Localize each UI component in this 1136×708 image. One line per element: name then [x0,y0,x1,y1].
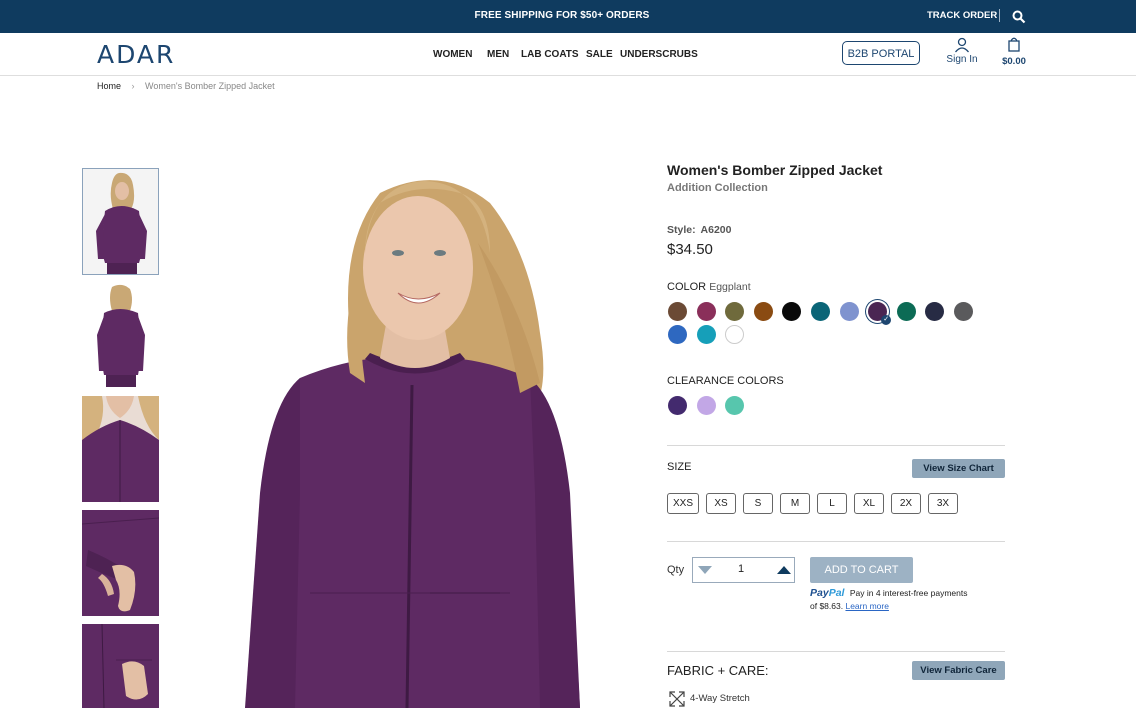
search-icon[interactable] [1012,10,1026,24]
announcement-bar: FREE SHIPPING FOR $50+ ORDERS TRACK ORDE… [0,0,1136,33]
paypal-logo-pal: Pal [828,587,845,599]
paypal-logo: PayPal [810,587,844,599]
view-size-chart-button[interactable]: View Size Chart [912,459,1005,478]
nav-men[interactable]: MEN [487,49,509,60]
qty-label: Qty [667,564,685,576]
thumbnail-detail-pocket[interactable] [82,624,159,708]
color-swatch[interactable] [782,302,802,321]
product-collection[interactable]: Addition Collection [667,182,768,194]
color-swatch[interactable] [696,325,716,344]
paypal-message: PayPal Pay in 4 interest-free payments o… [810,587,1000,613]
color-swatch[interactable] [668,302,687,321]
breadcrumb: Home › Women's Bomber Zipped Jacket [97,81,275,91]
paypal-text: Pay in 4 interest-free payments [849,588,968,598]
qty-value[interactable]: 1 [738,563,744,575]
increase-qty-icon[interactable] [776,565,792,575]
add-to-cart-button[interactable]: ADD TO CART [810,557,913,583]
color-swatch[interactable] [668,325,687,344]
sign-in-label: Sign In [946,54,978,65]
nav-women[interactable]: WOMEN [433,49,472,60]
view-fabric-care-button[interactable]: View Fabric Care [912,661,1005,680]
nav-lab-coats[interactable]: LAB COATS [521,49,579,60]
product-photo-pocket [82,624,159,708]
nav-sale[interactable]: SALE [586,49,613,60]
user-icon [954,37,970,53]
color-swatch[interactable] [839,302,859,321]
size-option[interactable]: XXS [667,493,699,514]
nav-underscrubs[interactable]: UNDERSCRUBS [620,49,698,60]
divider [667,541,1005,542]
style-label: Style: [667,224,696,236]
color-swatch[interactable] [725,325,745,344]
product-title: Women's Bomber Zipped Jacket [667,162,883,178]
product-photo-front [83,169,158,274]
stretch-arrows-icon [669,691,685,707]
main-product-image[interactable] [160,163,658,708]
color-swatch[interactable] [811,302,830,321]
clearance-color-swatch[interactable] [696,396,716,415]
thumbnail-back[interactable] [82,283,159,388]
sign-in-link[interactable]: Sign In [944,37,980,65]
product-price: $34.50 [667,241,713,258]
color-swatch[interactable] [725,302,745,321]
color-heading: COLOR [667,281,707,293]
fabric-care-label: FABRIC + CARE: [667,663,769,678]
color-swatch[interactable] [954,302,973,321]
product-photo-collar [82,396,159,502]
size-option[interactable]: S [743,493,773,514]
size-option[interactable]: L [817,493,847,514]
size-option[interactable]: 2X [891,493,921,514]
selected-color-name: Eggplant [709,281,751,293]
color-swatch[interactable] [925,302,945,321]
model-wearing-jacket [160,163,658,708]
style-value: A6200 [700,224,732,236]
size-option[interactable]: M [780,493,810,514]
logo[interactable]: ADAR [97,40,175,69]
cart-total: $0.00 [1002,56,1026,67]
feature-stretch: 4-Way Stretch [690,693,750,704]
size-label: SIZE [667,461,692,473]
thumbnail-detail-collar[interactable] [82,396,159,502]
divider [667,651,1005,652]
paypal-amount: of $8.63. [810,601,844,611]
site-header: ADAR WOMEN MEN LAB COATS SALE UNDERSCRUB… [0,33,1136,76]
color-swatch[interactable] [753,302,773,321]
clearance-color-swatch[interactable] [725,396,745,415]
clearance-colors-label: CLEARANCE COLORS [667,375,784,387]
product-photo-sleeve [82,510,159,616]
size-option[interactable]: XL [854,493,884,514]
paypal-logo-pay: Pay [810,587,829,599]
size-option[interactable]: 3X [928,493,958,514]
thumbnail-detail-sleeve[interactable] [82,510,159,616]
divider [999,9,1000,22]
color-label: COLOR Eggplant [667,281,751,293]
decrease-qty-icon[interactable] [697,565,713,575]
breadcrumb-home[interactable]: Home [97,81,121,91]
chevron-right-icon: › [131,81,135,91]
thumbnail-front[interactable] [82,168,159,275]
shopping-bag-icon [1008,37,1020,52]
learn-more-link[interactable]: Learn more [845,601,888,611]
product-photo-back [82,283,159,388]
breadcrumb-current: Women's Bomber Zipped Jacket [145,81,275,91]
style-number: Style: A6200 [667,224,731,236]
color-swatch[interactable] [896,302,916,321]
b2b-portal-button[interactable]: B2B PORTAL [842,41,920,65]
size-option[interactable]: XS [706,493,736,514]
track-order-link[interactable]: TRACK ORDER [927,10,997,21]
divider [667,445,1005,446]
selected-check-icon: ✓ [881,315,892,325]
clearance-color-swatch[interactable] [668,396,687,415]
color-swatch[interactable] [696,302,716,321]
cart-link[interactable]: $0.00 [999,37,1029,67]
